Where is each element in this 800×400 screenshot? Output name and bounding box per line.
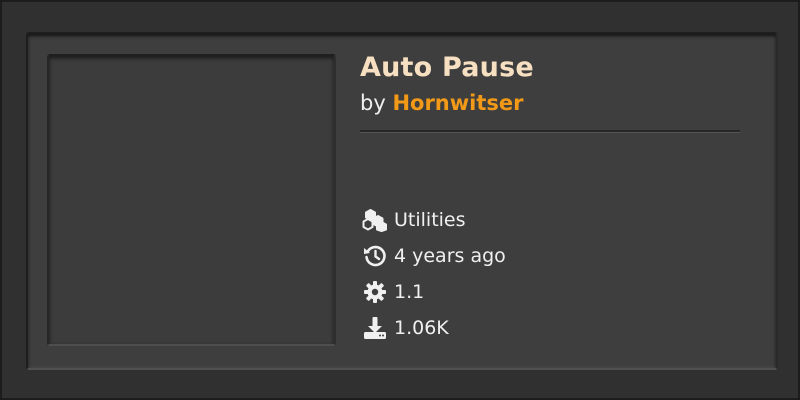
category-row: Utilities: [362, 207, 466, 233]
mod-thumbnail[interactable]: [47, 54, 336, 346]
by-prefix: by: [360, 91, 386, 115]
downloads-label: 1.06K: [394, 317, 449, 339]
version-row: 1.1: [362, 279, 424, 305]
category-label[interactable]: Utilities: [394, 209, 466, 231]
updated-label: 4 years ago: [394, 245, 506, 267]
gear-icon: [362, 279, 388, 305]
download-icon: [362, 315, 388, 341]
history-icon: [362, 243, 388, 269]
cubes-icon: [362, 207, 388, 233]
mod-byline: by Hornwitser: [360, 91, 524, 115]
author-link[interactable]: Hornwitser: [392, 91, 523, 115]
divider: [360, 130, 740, 133]
version-label: 1.1: [394, 281, 425, 303]
mod-title[interactable]: Auto Pause: [360, 52, 534, 83]
updated-row: 4 years ago: [362, 243, 506, 269]
downloads-row: 1.06K: [362, 315, 449, 341]
